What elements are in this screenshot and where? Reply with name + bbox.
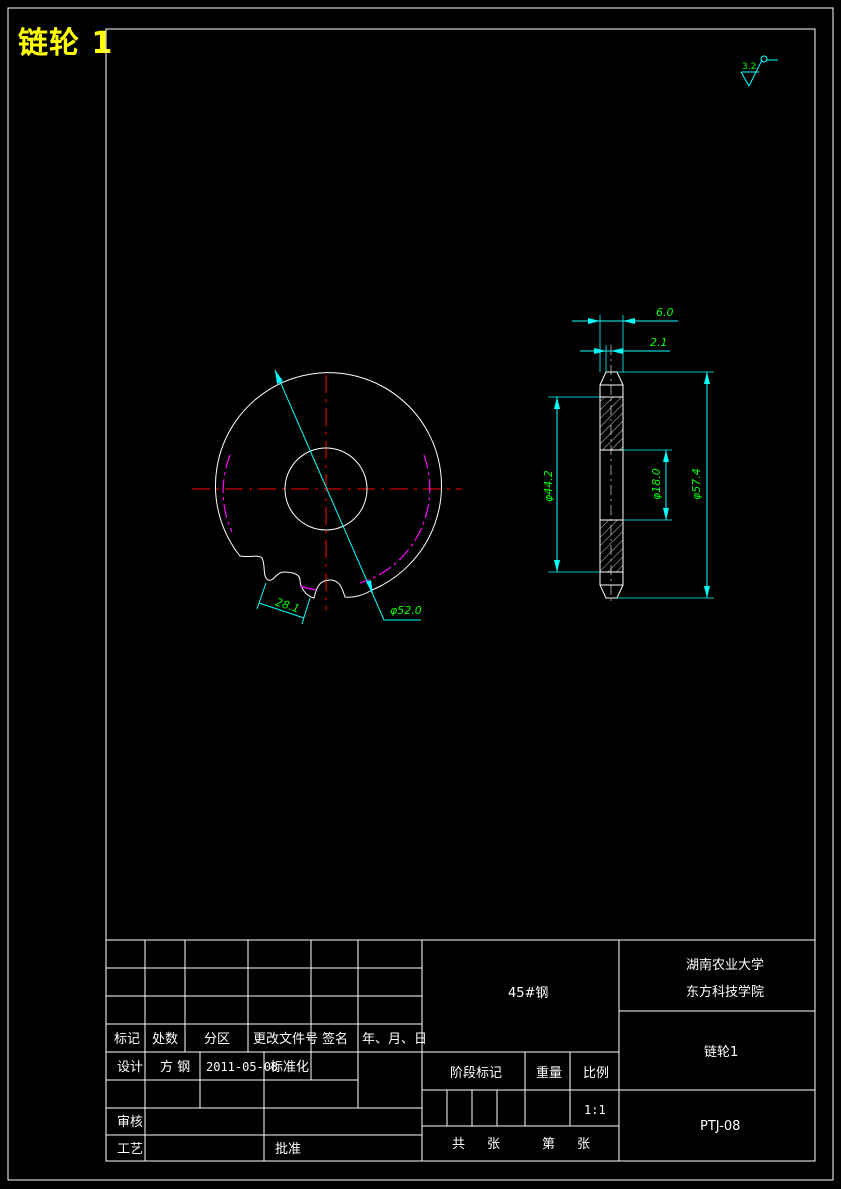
header-signature: 签名	[322, 1031, 348, 1047]
university-line2: 东方科技学院	[686, 984, 764, 1000]
review-label: 审核	[117, 1115, 143, 1130]
total-label: 共	[452, 1137, 465, 1152]
sprocket-side-view	[548, 315, 714, 605]
page-sheet-label: 张	[577, 1137, 590, 1152]
design-date: 2011-05-08	[206, 1060, 278, 1074]
header-count: 处数	[152, 1032, 178, 1047]
process-label: 工艺	[117, 1142, 143, 1157]
scale-label: 比例	[583, 1066, 609, 1081]
dia-44-dim: φ44.2	[542, 470, 555, 502]
sprocket-outline	[215, 372, 442, 599]
pitch-dia-dim: φ52.0	[390, 604, 422, 617]
header-mark: 标记	[114, 1032, 140, 1047]
weight-label: 重量	[536, 1065, 562, 1081]
standardize-label: 标准化	[270, 1060, 309, 1075]
offset-dim: 2.1	[650, 336, 668, 349]
total-sheet-label: 张	[487, 1137, 500, 1152]
drawing-number: PTJ-08	[700, 1119, 740, 1134]
sprocket-front-view	[192, 369, 462, 625]
designer-name: 方 钢	[160, 1059, 190, 1075]
approve-label: 批准	[275, 1142, 301, 1157]
stage-label: 阶段标记	[450, 1066, 502, 1081]
header-zone: 分区	[204, 1032, 230, 1047]
design-label: 设计	[117, 1060, 143, 1075]
roughness-value: 3.2	[742, 62, 756, 72]
bore-dim: φ18.0	[650, 468, 663, 500]
scale-value: 1:1	[584, 1103, 606, 1117]
outer-frame	[7, 7, 834, 1181]
width-dim: 6.0	[656, 306, 674, 319]
drawing-sheet: 3.2 28.1 φ52.0 6.0 2.1 φ44.2 φ18.0 φ57.4…	[7, 7, 834, 1181]
header-date: 年、月、日	[362, 1032, 427, 1047]
header-change-doc: 更改文件号	[253, 1032, 318, 1047]
page-label: 第	[542, 1137, 555, 1152]
university-line1: 湖南农业大学	[686, 957, 764, 973]
outer-dia-dim: φ57.4	[690, 468, 703, 500]
material-label: 45#钢	[508, 986, 548, 1001]
part-name: 链轮1	[704, 1045, 738, 1060]
